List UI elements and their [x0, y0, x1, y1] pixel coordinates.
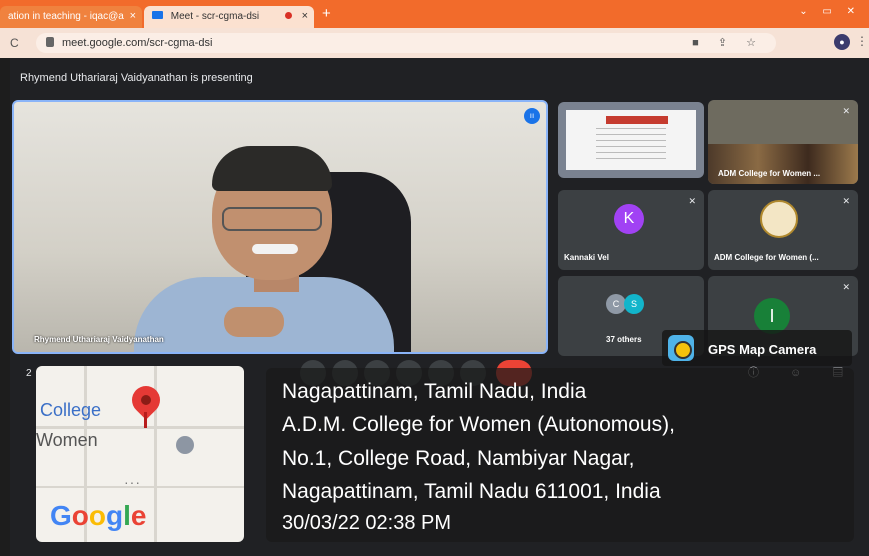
address-line: Nagapattinam, Tamil Nadu 611001, India: [282, 480, 661, 503]
audience-image: [708, 144, 858, 184]
close-tab-icon[interactable]: ×: [130, 10, 136, 22]
profile-avatar[interactable]: ●: [834, 34, 850, 50]
url-text: meet.google.com/scr-cgma-dsi: [62, 37, 213, 49]
new-tab-button[interactable]: +: [322, 5, 331, 22]
tab-meet[interactable]: Meet - scr-cgma-dsi ×: [144, 6, 314, 28]
google-logo: Google: [50, 500, 147, 531]
recording-dot-icon: [285, 12, 292, 19]
speaker-hair: [212, 146, 332, 191]
address-line: No.1, College Road, Nambiyar Nagar,: [282, 447, 635, 470]
avatar: K: [614, 204, 644, 234]
avatar: I: [754, 298, 790, 334]
mic-off-icon: ✕: [842, 282, 850, 292]
avatar: S: [624, 294, 644, 314]
shared-document-thumbnail: [566, 110, 696, 170]
participant-tile-adm-1[interactable]: ✕ ADM College for Women ...: [708, 100, 858, 184]
window-controls[interactable]: ⌄ ▭ ✕: [799, 6, 861, 17]
gps-camera-icon: [668, 335, 694, 361]
reload-icon[interactable]: C: [10, 36, 19, 50]
pin-stem: [144, 412, 147, 428]
college-icon: [176, 436, 194, 454]
participant-name: ADM College for Women (...: [714, 253, 819, 262]
address-overlay: Nagapattinam, Tamil Nadu, India A.D.M. C…: [266, 368, 854, 542]
address-line: A.D.M. College for Women (Autonomous),: [282, 413, 675, 436]
close-tab-icon[interactable]: ×: [302, 10, 308, 22]
address-bar-row: C meet.google.com/scr-cgma-dsi ■ ⇪ ☆: [0, 28, 869, 58]
location-map: College Women ··· Google: [36, 366, 244, 542]
gps-watermark: GPS Map Camera: [662, 330, 852, 366]
map-place-label: Women: [36, 430, 98, 450]
tab-teaching[interactable]: ation in teaching - iqac@a ×: [0, 6, 142, 28]
college-logo: [760, 200, 798, 238]
map-dots: ···: [124, 474, 141, 490]
participant-name: Kannaki Vel: [564, 253, 609, 262]
mustache: [252, 244, 298, 254]
browser-tab-bar: ation in teaching - iqac@a × Meet - scr-…: [0, 0, 869, 28]
timestamp: 30/03/22 02:38 PM: [282, 512, 452, 534]
others-count: 37 others: [606, 335, 642, 344]
lock-icon: [46, 37, 54, 47]
meet-icon: [152, 11, 163, 19]
participant-tile-kannaki[interactable]: ✕ K Kannaki Vel: [558, 190, 704, 270]
omnibox-actions[interactable]: ■ ⇪ ☆: [692, 36, 764, 49]
address-bar[interactable]: meet.google.com/scr-cgma-dsi ■ ⇪ ☆: [36, 33, 776, 53]
mic-off-icon: ✕: [688, 196, 696, 206]
mic-off-icon: ✕: [842, 196, 850, 206]
map-place-label: College: [40, 400, 102, 420]
speaker-hand: [224, 307, 284, 337]
gps-app-name: GPS Map Camera: [708, 342, 817, 357]
document-lines: [596, 128, 666, 164]
presentation-tile[interactable]: [558, 102, 704, 178]
photo-frame: ation in teaching - iqac@a × Meet - scr-…: [0, 0, 869, 556]
participant-name: ADM College for Women ...: [718, 169, 821, 178]
presenting-banner: Rhymend Uthariaraj Vaidyanathan is prese…: [20, 72, 253, 84]
participant-name: Rhymend Uthariaraj Vaidyanathan: [34, 335, 164, 344]
meeting-time: 2: [26, 368, 32, 379]
more-icon[interactable]: ⋮: [856, 34, 868, 48]
avatar: C: [606, 294, 626, 314]
participant-tile-adm-2[interactable]: ✕ ADM College for Women (...: [708, 190, 858, 270]
mic-off-icon: ✕: [842, 106, 850, 116]
tab-label: Meet - scr-cgma-dsi: [170, 11, 260, 22]
address-line: Nagapattinam, Tamil Nadu, India: [282, 380, 587, 403]
glasses: [222, 207, 322, 231]
speaking-icon: ıı: [524, 108, 540, 124]
tab-label: ation in teaching - iqac@a: [8, 11, 124, 22]
main-speaker-tile[interactable]: ıı Rhymend Uthariaraj Vaidyanathan: [12, 100, 548, 354]
document-heading: [606, 116, 668, 124]
